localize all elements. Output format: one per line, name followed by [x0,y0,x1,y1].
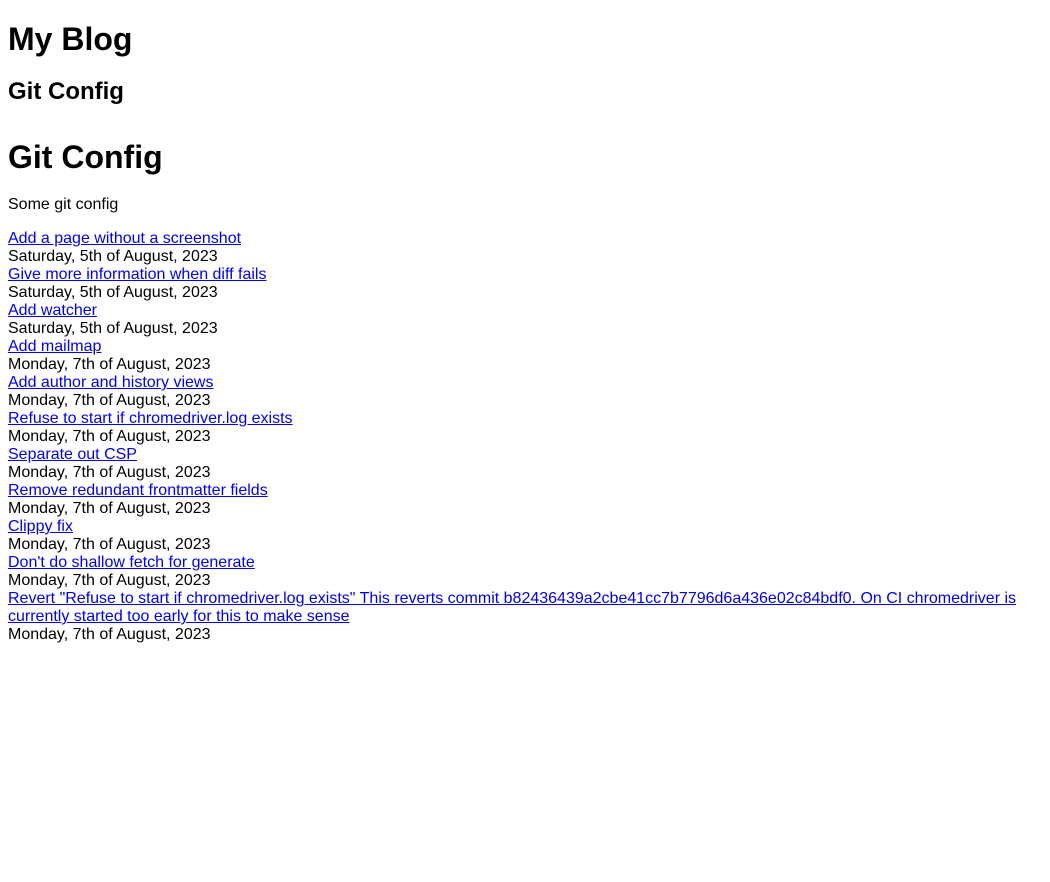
commit-date: Saturday, 5th of August, 2023 [8,284,218,301]
commit-date: Monday, 7th of August, 2023 [8,356,211,373]
commit-date: Monday, 7th of August, 2023 [8,428,211,445]
commit-date: Monday, 7th of August, 2023 [8,464,211,481]
page-description: Some git config [8,196,119,213]
commit-link[interactable]: Don't do shallow fetch for generate [8,554,1042,572]
page: My Blog Git Config Git Config Some git c… [0,21,1050,644]
commit-link[interactable]: Clippy fix [8,518,1042,536]
commit-date: Monday, 7th of August, 2023 [8,500,211,517]
commit-entry: Add author and history views Monday, 7th… [8,374,1042,410]
site-title: My Blog [8,21,133,57]
commit-link[interactable]: Give more information when diff fails [8,266,1042,284]
commit-entry: Clippy fix Monday, 7th of August, 2023 [8,518,1042,554]
commit-link[interactable]: Add a page without a screenshot [8,230,1042,248]
commit-link[interactable]: Revert "Refuse to start if chromedriver.… [8,590,1042,626]
commit-date: Monday, 7th of August, 2023 [8,536,211,553]
commit-link[interactable]: Add mailmap [8,338,1042,356]
commit-link[interactable]: Refuse to start if chromedriver.log exis… [8,410,1042,428]
commit-date: Monday, 7th of August, 2023 [8,626,211,643]
commit-link[interactable]: Separate out CSP [8,446,1042,464]
commit-entry: Separate out CSP Monday, 7th of August, … [8,446,1042,482]
commit-date: Monday, 7th of August, 2023 [8,392,211,409]
commit-date: Saturday, 5th of August, 2023 [8,320,218,337]
commit-date: Saturday, 5th of August, 2023 [8,248,218,265]
commit-entry: Refuse to start if chromedriver.log exis… [8,410,1042,446]
commit-entry: Give more information when diff fails Sa… [8,266,1042,302]
commit-link[interactable]: Add author and history views [8,374,1042,392]
section-title: Git Config [8,78,124,105]
commit-entry: Add a page without a screenshot Saturday… [8,230,1042,266]
commit-date: Monday, 7th of August, 2023 [8,572,211,589]
commit-link[interactable]: Remove redundant frontmatter fields [8,482,1042,500]
commit-entry: Don't do shallow fetch for generate Mond… [8,554,1042,590]
commit-entry: Remove redundant frontmatter fields Mond… [8,482,1042,518]
commit-history-list: Add a page without a screenshot Saturday… [8,230,1042,644]
commit-entry: Add watcher Saturday, 5th of August, 202… [8,302,1042,338]
commit-entry: Revert "Refuse to start if chromedriver.… [8,590,1042,644]
commit-link[interactable]: Add watcher [8,302,1042,320]
commit-entry: Add mailmap Monday, 7th of August, 2023 [8,338,1042,374]
page-heading: Git Config [8,139,163,175]
